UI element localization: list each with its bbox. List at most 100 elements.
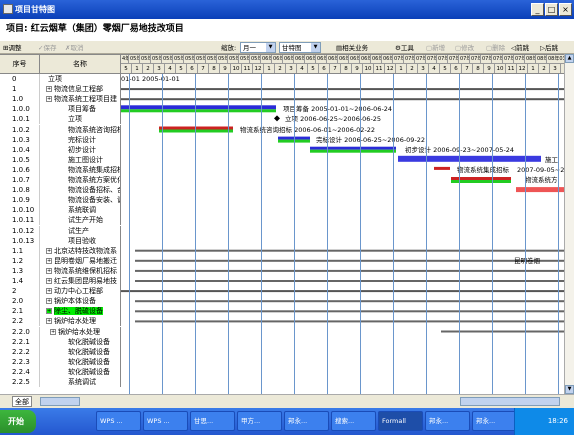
table-row[interactable]: 1 + 物流信息工程部: [0, 84, 121, 95]
horizontal-scrollbar[interactable]: [460, 397, 560, 406]
edit-button[interactable]: ▢修改: [455, 42, 474, 54]
taskbar-item[interactable]: 甘思...: [190, 411, 235, 431]
expand-icon[interactable]: +: [46, 288, 52, 295]
view-select[interactable]: 甘特图 ▼: [279, 42, 321, 53]
table-row[interactable]: 1.0.5 施工图设计: [0, 154, 121, 165]
related-business-button[interactable]: ▤相关业务: [336, 42, 368, 54]
table-row[interactable]: 1.0.6 物流系统集成招标: [0, 164, 121, 175]
milestone-icon[interactable]: [274, 115, 280, 122]
table-row[interactable]: 1.0.13 项目验收: [0, 235, 121, 246]
table-row[interactable]: 1.0.12 试生产: [0, 225, 121, 236]
taskbar-item[interactable]: 甲方...: [237, 411, 282, 431]
gantt-bar[interactable]: [159, 126, 233, 130]
table-row[interactable]: 2.2.4 软化脱碱设备: [0, 366, 121, 377]
taskbar-item[interactable]: 邦永...: [284, 411, 329, 431]
taskbar-item[interactable]: 邦永...: [472, 411, 517, 431]
table-row[interactable]: 1.0.7 物流系统方案优化: [0, 175, 121, 185]
expand-icon[interactable]: +: [46, 278, 52, 284]
gantt-bar[interactable]: [310, 146, 396, 150]
expand-icon[interactable]: +: [46, 86, 52, 93]
table-row[interactable]: 1.0.4 初步设计: [0, 144, 121, 155]
zoom-select[interactable]: 月一 ▼: [240, 42, 276, 53]
expand-icon[interactable]: +: [46, 96, 52, 103]
vertical-scrollbar[interactable]: ▲ ▼: [564, 54, 574, 394]
table-row[interactable]: 1.0.3 完标设计: [0, 134, 121, 145]
table-row[interactable]: 1.0.11 试生产开始: [0, 215, 121, 226]
taskbar-item[interactable]: WPS ...: [143, 411, 188, 431]
scroll-down-icon[interactable]: ▼: [565, 385, 574, 394]
tab-all[interactable]: 全部: [12, 396, 32, 407]
summary-bar[interactable]: [135, 259, 574, 262]
table-row[interactable]: 2.2.0 + 锅炉给水处理: [0, 326, 121, 337]
start-button[interactable]: 开始: [0, 410, 36, 433]
horizontal-scrollbar-left[interactable]: [40, 397, 80, 406]
gantt-bar[interactable]: [451, 177, 511, 180]
adjust-button[interactable]: ⊞调整: [3, 42, 21, 54]
table-row[interactable]: 1.2 + 昆明卷烟厂易地搬迁: [0, 255, 121, 266]
delete-button[interactable]: ▢删除: [486, 42, 505, 54]
summary-bar[interactable]: [441, 330, 574, 333]
table-row[interactable]: 2.1 + 除尘、脱硫设备: [0, 306, 121, 317]
table-row[interactable]: 2.2 + 锅炉给水处理: [0, 316, 121, 327]
gantt-bar[interactable]: [310, 149, 396, 153]
expand-icon[interactable]: +: [46, 247, 52, 254]
next-jump-button[interactable]: ▷后跳: [540, 42, 558, 54]
cancel-button[interactable]: ✗取消: [65, 42, 83, 54]
taskbar-item[interactable]: Formall: [378, 411, 423, 431]
table-row[interactable]: 2.2.2 软化脱碱设备: [0, 346, 121, 357]
table-row[interactable]: 2.0 + 锅炉本体设备: [0, 296, 121, 307]
prev-jump-button[interactable]: ◁前跳: [511, 42, 529, 54]
gantt-bar[interactable]: [121, 109, 276, 113]
table-row[interactable]: 1.0 + 物流系统工程项目建: [0, 94, 121, 105]
tools-button[interactable]: ⚙工具: [395, 42, 414, 54]
table-row[interactable]: 1.3 + 物流系统维保机招标: [0, 265, 121, 276]
expand-icon[interactable]: +: [46, 298, 52, 305]
expand-icon[interactable]: +: [46, 257, 52, 264]
gantt-bar[interactable]: [434, 166, 450, 170]
table-row[interactable]: 1.0.0 项目筹备: [0, 104, 121, 115]
summary-bar[interactable]: [135, 280, 574, 282]
scroll-up-icon[interactable]: ▲: [565, 54, 574, 63]
summary-bar[interactable]: [121, 88, 574, 91]
gantt-bar[interactable]: [521, 338, 556, 342]
column-header-no[interactable]: 序号: [0, 55, 40, 74]
taskbar-item[interactable]: WPS ...: [96, 411, 141, 431]
table-row[interactable]: 2.2.3 软化脱碱设备: [0, 356, 121, 367]
expand-icon[interactable]: +: [50, 328, 56, 335]
table-row[interactable]: 0 立项: [0, 74, 121, 84]
gantt-bar[interactable]: [451, 180, 511, 183]
gantt-chart[interactable]: 4年1205年01月05年02月05年03月05年04月05年05月05年06月…: [121, 55, 574, 394]
expand-icon[interactable]: +: [46, 318, 52, 325]
table-row[interactable]: 1.4 + 红云集团昆明易地技: [0, 276, 121, 286]
table-row[interactable]: 1.0.9 物流设备安装、调: [0, 195, 121, 206]
table-row[interactable]: 1.0.10 系统联调: [0, 205, 121, 216]
expand-icon[interactable]: +: [46, 267, 52, 274]
summary-bar[interactable]: [135, 320, 574, 323]
taskbar-item[interactable]: 邦永...: [425, 411, 470, 431]
maximize-button[interactable]: □: [545, 3, 558, 16]
table-row[interactable]: 2.2.1 软化脱碱设备: [0, 336, 121, 347]
gantt-bar[interactable]: [159, 129, 233, 133]
new-button[interactable]: ▢新增: [426, 42, 445, 54]
save-button[interactable]: ✓保存: [38, 42, 56, 54]
summary-bar[interactable]: [121, 290, 574, 293]
summary-bar[interactable]: [135, 310, 574, 313]
expand-icon[interactable]: +: [46, 308, 52, 315]
close-button[interactable]: ×: [559, 3, 572, 16]
table-row[interactable]: 1.0.8 物流设备招标、合: [0, 185, 121, 196]
table-row[interactable]: 2.2.5 系统调试: [0, 377, 121, 387]
table-row[interactable]: 1.0.2 物流系统咨询招标: [0, 124, 121, 135]
summary-bar[interactable]: [121, 98, 574, 101]
summary-bar[interactable]: [135, 269, 574, 272]
grid-line: [294, 74, 295, 394]
minimize-button[interactable]: _: [531, 3, 544, 16]
summary-bar[interactable]: [135, 300, 574, 303]
column-header-name[interactable]: 名称: [40, 55, 121, 74]
gantt-bar[interactable]: [121, 105, 276, 110]
gantt-bar[interactable]: [398, 155, 541, 162]
taskbar-item[interactable]: 搜索...: [331, 411, 376, 431]
table-row[interactable]: 1.1 + 北京达特技改物流系: [0, 245, 121, 256]
table-row[interactable]: 2 + 动力中心工程部: [0, 286, 121, 297]
table-row[interactable]: 1.0.1 立项: [0, 114, 121, 125]
summary-bar[interactable]: [135, 249, 574, 252]
